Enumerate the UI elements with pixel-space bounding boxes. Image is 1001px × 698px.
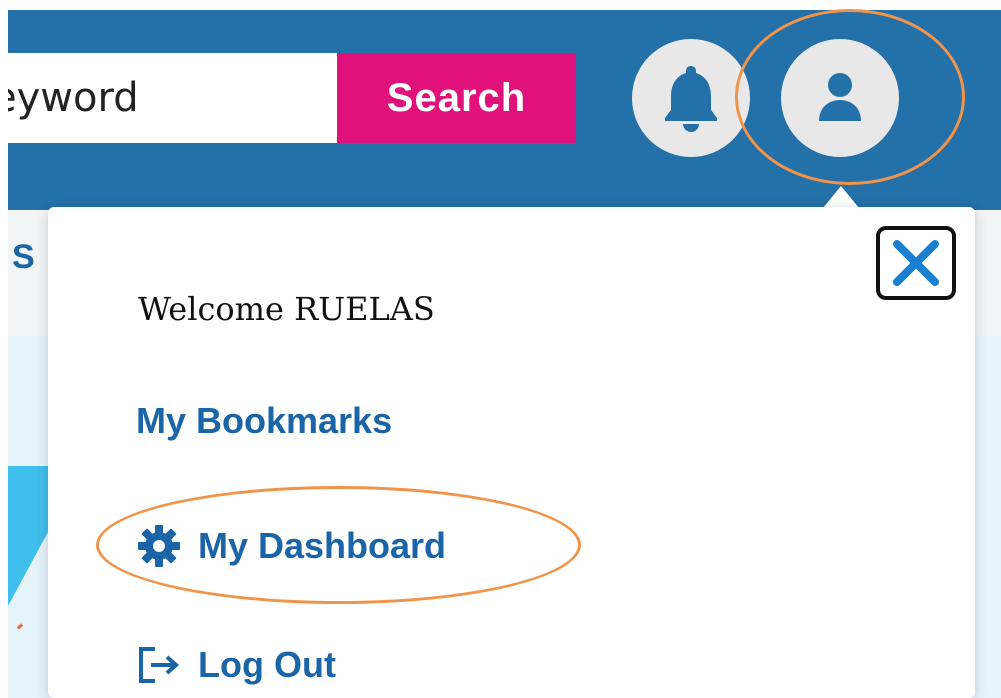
logout-icon [136,642,182,688]
user-icon [819,73,861,121]
notifications-button[interactable] [632,39,750,157]
bell-icon [665,66,717,132]
user-menu-dropdown [48,207,975,698]
log-out-label: Log Out [198,644,336,685]
my-bookmarks-label: My Bookmarks [136,400,393,441]
log-out-link[interactable]: Log Out [136,642,336,688]
banner-graphic-cut [8,532,48,606]
my-dashboard-link[interactable]: My Dashboard [136,523,446,569]
gear-icon [136,523,182,569]
dropdown-caret [823,186,859,208]
close-icon [893,240,939,286]
top-strip [0,0,1001,10]
nav-tab-partial[interactable]: S [12,238,35,277]
my-bookmarks-link[interactable]: My Bookmarks [136,400,392,442]
welcome-message: Welcome RUELAS [138,290,435,328]
user-account-button[interactable] [781,39,899,157]
search-input-value: eyword [8,75,139,121]
search-input[interactable]: eyword [8,53,337,143]
close-button[interactable] [876,226,956,300]
left-strip [0,0,8,698]
my-dashboard-label: My Dashboard [198,525,447,566]
search-button[interactable]: Search [337,53,576,143]
